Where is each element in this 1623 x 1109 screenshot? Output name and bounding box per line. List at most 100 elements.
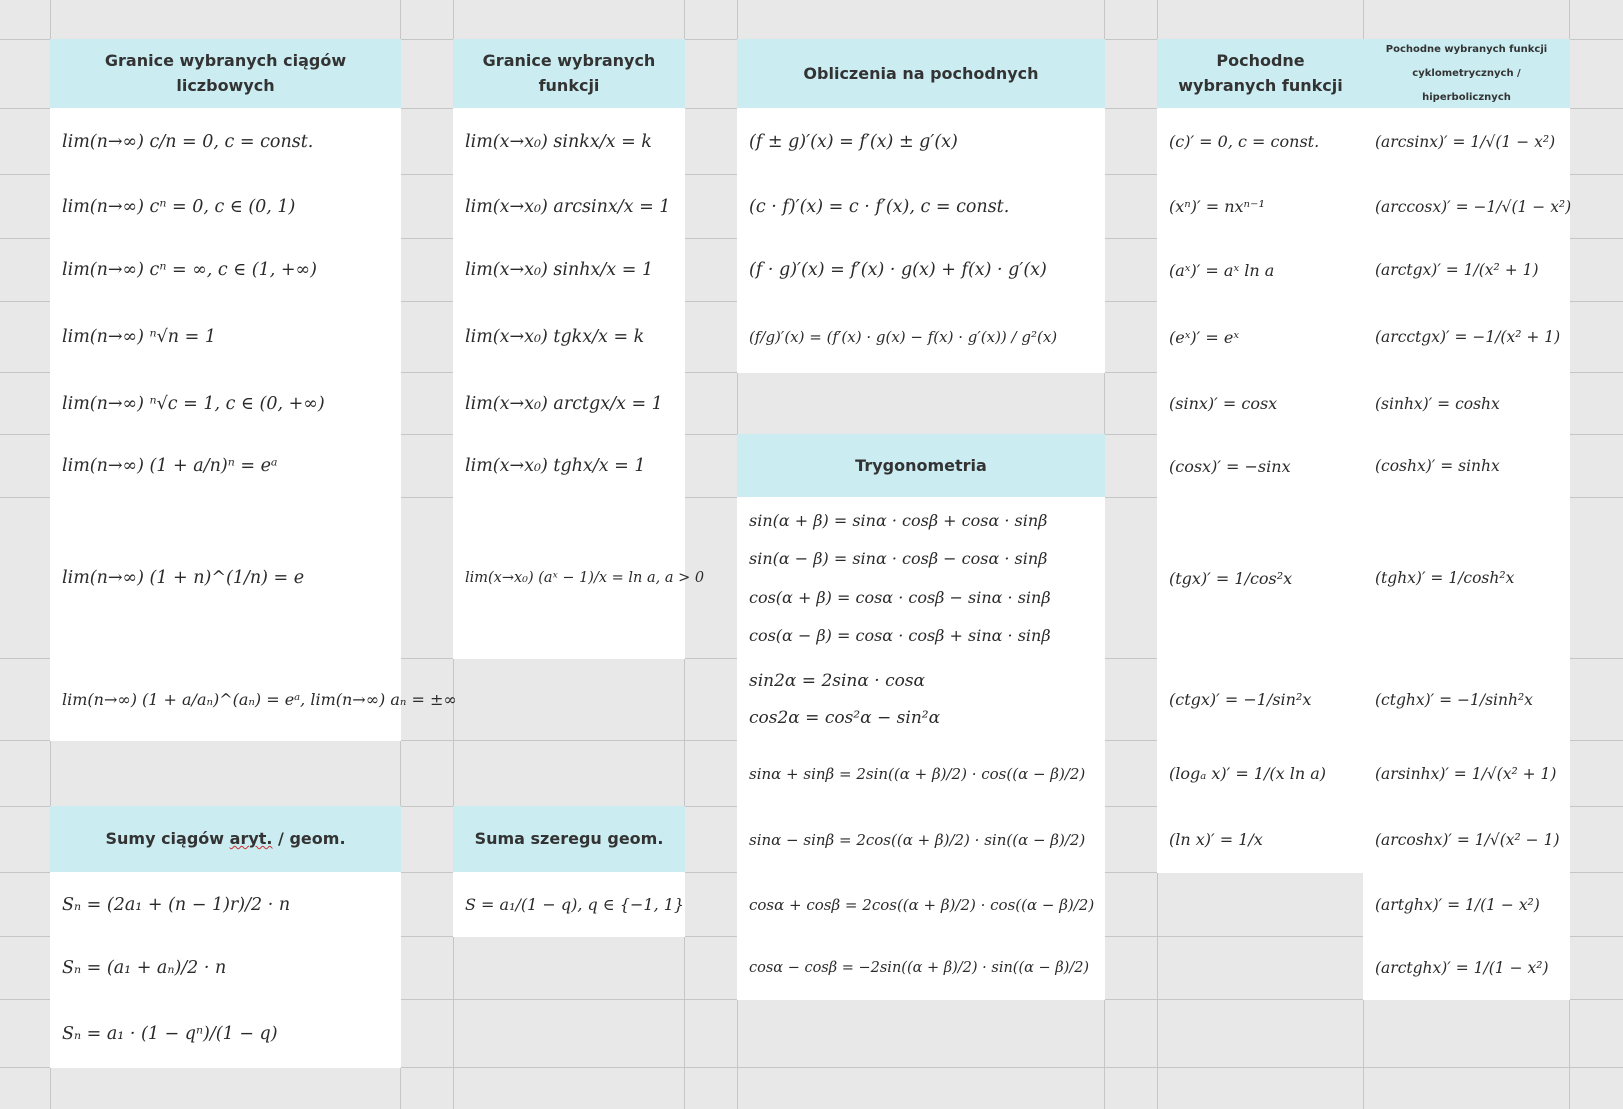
cell-suma-2[interactable]: Sₙ = (a₁ + aₙ)/2 · n xyxy=(50,936,401,1000)
formula: (cosx)′ = −sinx xyxy=(1169,456,1291,476)
formula: (eˣ)′ = eˣ xyxy=(1169,327,1239,347)
header-trygonometria[interactable]: Trygonometria xyxy=(737,434,1105,498)
formula: (f ± g)′(x) = f′(x) ± g′(x) xyxy=(749,131,958,152)
header-label-line2: cyklometrycznych / hiperbolicznych xyxy=(1412,68,1521,103)
formula: sin(α − β) = sinα · cosβ − cosα · sinβ xyxy=(749,549,1048,569)
cell-ciag-4[interactable]: lim(n→∞) ⁿ√n = 1 xyxy=(50,301,401,373)
cell-pochodna-9[interactable]: (logₐ x)′ = 1/(x ln a) xyxy=(1157,740,1364,807)
cell-ciag-2[interactable]: lim(n→∞) cⁿ = 0, c ∈ (0, 1) xyxy=(50,174,401,239)
cell-pochodna-4[interactable]: (eˣ)′ = eˣ xyxy=(1157,301,1364,373)
cell-obliczenie-3[interactable]: (f · g)′(x) = f′(x) · g(x) + f(x) · g′(x… xyxy=(737,238,1105,302)
cell-cyklo-2[interactable]: (arccosx)′ = −1/√(1 − x²) xyxy=(1363,174,1572,239)
formula: cos(α − β) = cosα · cosβ + sinα · sinβ xyxy=(749,626,1051,646)
cell-pochodna-10[interactable]: (ln x)′ = 1/x xyxy=(1157,806,1364,873)
formula: (arcsinx)′ = 1/√(1 − x²) xyxy=(1375,132,1556,151)
cell-cyklo-6[interactable]: (coshx)′ = sinhx xyxy=(1363,434,1570,498)
cell-cyklo-10[interactable]: (arcoshx)′ = 1/√(x² − 1) xyxy=(1363,806,1570,873)
cell-cyklo-4[interactable]: (arcctgx)′ = −1/(x² + 1) xyxy=(1363,301,1570,373)
formula-list: sin(α + β) = sinα · cosβ + cosα · sinβ s… xyxy=(749,497,1051,659)
formula: lim(x→x₀) tghx/x = 1 xyxy=(465,456,646,476)
cell-funkcja-1[interactable]: lim(x→x₀) sinkx/x = k xyxy=(453,108,685,175)
formula: lim(n→∞) ⁿ√n = 1 xyxy=(62,327,216,347)
cell-tryg-block-1[interactable]: sin(α + β) = sinα · cosβ + cosα · sinβ s… xyxy=(737,497,1105,659)
cell-cyklo-12[interactable]: (arctghx)′ = 1/(1 − x²) xyxy=(1363,936,1570,1000)
cell-tryg-sum-1[interactable]: sinα + sinβ = 2sin((α + β)/2) · cos((α −… xyxy=(737,740,1105,807)
cell-pochodna-7[interactable]: (tgx)′ = 1/cos²x xyxy=(1157,497,1364,659)
header-suma-szeregu[interactable]: Suma szeregu geom. xyxy=(453,806,685,873)
formula: cosα − cosβ = −2sin((α + β)/2) · sin((α … xyxy=(749,960,1090,976)
formula: lim(x→x₀) arctgx/x = 1 xyxy=(465,393,663,414)
cell-funkcja-5[interactable]: lim(x→x₀) arctgx/x = 1 xyxy=(453,372,685,435)
formula: (sinhx)′ = coshx xyxy=(1375,394,1500,413)
formula: (arcctgx)′ = −1/(x² + 1) xyxy=(1375,328,1561,346)
cell-tryg-sum-4[interactable]: cosα − cosβ = −2sin((α + β)/2) · sin((α … xyxy=(737,936,1105,1000)
cell-obliczenie-2[interactable]: (c · f)′(x) = c · f′(x), c = const. xyxy=(737,174,1105,239)
formula: lim(n→∞) cⁿ = 0, c ∈ (0, 1) xyxy=(62,196,296,217)
cell-cyklo-3[interactable]: (arctgx)′ = 1/(x² + 1) xyxy=(1363,238,1570,302)
cell-suma-3[interactable]: Sₙ = a₁ · (1 − qⁿ)/(1 − q) xyxy=(50,999,401,1068)
cell-szereg[interactable]: S = a₁/(1 − q), q ∈ {−1, 1} xyxy=(453,872,685,937)
header-pochodne[interactable]: Pochodne wybranych funkcji xyxy=(1157,39,1364,109)
cell-cyklo-7[interactable]: (tghx)′ = 1/cosh²x xyxy=(1363,497,1570,659)
cell-pochodna-5[interactable]: (sinx)′ = cosx xyxy=(1157,372,1364,435)
formula: lim(n→∞) (1 + a/aₙ)^(aₙ) = eᵃ, lim(n→∞) … xyxy=(62,690,457,709)
formula: sinα + sinβ = 2sin((α + β)/2) · cos((α −… xyxy=(749,764,1086,783)
formula: lim(x→x₀) sinkx/x = k xyxy=(465,131,652,152)
cell-pochodna-2[interactable]: (xⁿ)′ = nxⁿ⁻¹ xyxy=(1157,174,1364,239)
formula: (ln x)′ = 1/x xyxy=(1169,830,1263,849)
cell-ciag-1[interactable]: lim(n→∞) c/n = 0, c = const. xyxy=(50,108,401,175)
header-label: Sumy ciągów aryt. / geom. xyxy=(105,829,346,849)
header-label: Suma szeregu geom. xyxy=(474,829,664,849)
cell-tryg-block-2[interactable]: sin2α = 2sinα · cosα cos2α = cos²α − sin… xyxy=(737,658,1105,741)
header-pochodne-cyklometryczne[interactable]: Pochodne wybranych funkcji cyklometryczn… xyxy=(1363,39,1570,109)
cell-ciag-7[interactable]: lim(n→∞) (1 + n)^(1/n) = e xyxy=(50,497,401,659)
cell-cyklo-11[interactable]: (artghx)′ = 1/(1 − x²) xyxy=(1363,872,1570,937)
cell-obliczenie-4[interactable]: (f/g)′(x) = (f′(x) · g(x) − f(x) · g′(x)… xyxy=(737,301,1105,373)
cell-funkcja-2[interactable]: lim(x→x₀) arcsinx/x = 1 xyxy=(453,174,685,239)
formula: lim(x→x₀) sinhx/x = 1 xyxy=(465,260,654,280)
formula: (xⁿ)′ = nxⁿ⁻¹ xyxy=(1169,197,1265,216)
formula: (arctgx)′ = 1/(x² + 1) xyxy=(1375,261,1539,279)
header-label-line1: Pochodne wybranych funkcji xyxy=(1385,44,1548,55)
header-granice-ciagow[interactable]: Granice wybranych ciągów liczbowych xyxy=(50,39,401,109)
header-label: Granice wybranych ciągów liczbowych xyxy=(104,51,347,95)
cell-pochodna-3[interactable]: (aˣ)′ = aˣ ln a xyxy=(1157,238,1364,302)
cell-pochodna-1[interactable]: (c)′ = 0, c = const. xyxy=(1157,108,1364,175)
formula: lim(x→x₀) (aˣ − 1)/x = ln a, a > 0 xyxy=(465,570,705,586)
cell-ciag-5[interactable]: lim(n→∞) ⁿ√c = 1, c ∈ (0, +∞) xyxy=(50,372,401,435)
cell-ciag-6[interactable]: lim(n→∞) (1 + a/n)ⁿ = eᵃ xyxy=(50,434,401,498)
cell-pochodna-8[interactable]: (ctgx)′ = −1/sin²x xyxy=(1157,658,1364,741)
header-label: Obliczenia na pochodnych xyxy=(803,63,1039,83)
cell-cyklo-1[interactable]: (arcsinx)′ = 1/√(1 − x²) xyxy=(1363,108,1570,175)
formula: sin2α = 2sinα · cosα xyxy=(749,670,926,691)
header-sumy-ciagow[interactable]: Sumy ciągów aryt. / geom. xyxy=(50,806,401,873)
formula: Sₙ = (a₁ + aₙ)/2 · n xyxy=(62,958,227,978)
header-granice-funkcji[interactable]: Granice wybranych funkcji xyxy=(453,39,685,109)
cell-tryg-sum-2[interactable]: sinα − sinβ = 2cos((α + β)/2) · sin((α −… xyxy=(737,806,1105,873)
formula: (artghx)′ = 1/(1 − x²) xyxy=(1375,895,1540,914)
cell-cyklo-8[interactable]: (ctghx)′ = −1/sinh²x xyxy=(1363,658,1570,741)
formula: lim(n→∞) ⁿ√c = 1, c ∈ (0, +∞) xyxy=(62,393,325,414)
formula: (arccosx)′ = −1/√(1 − x²) xyxy=(1375,197,1572,216)
cell-pochodna-6[interactable]: (cosx)′ = −sinx xyxy=(1157,434,1364,498)
header-obliczenia[interactable]: Obliczenia na pochodnych xyxy=(737,39,1105,109)
formula: lim(x→x₀) arcsinx/x = 1 xyxy=(465,196,671,217)
formula: (aˣ)′ = aˣ ln a xyxy=(1169,260,1275,280)
cell-ciag-3[interactable]: lim(n→∞) cⁿ = ∞, c ∈ (1, +∞) xyxy=(50,238,401,302)
cell-funkcja-7[interactable]: lim(x→x₀) (aˣ − 1)/x = ln a, a > 0 xyxy=(453,497,704,659)
cell-funkcja-3[interactable]: lim(x→x₀) sinhx/x = 1 xyxy=(453,238,685,302)
formula-list: sin2α = 2sinα · cosα cos2α = cos²α − sin… xyxy=(749,658,940,741)
header-label: Granice wybranych funkcji xyxy=(482,51,656,95)
header-label: Pochodne wybranych funkcji xyxy=(1178,51,1343,95)
cell-funkcja-6[interactable]: lim(x→x₀) tghx/x = 1 xyxy=(453,434,685,498)
cell-obliczenie-1[interactable]: (f ± g)′(x) = f′(x) ± g′(x) xyxy=(737,108,1105,175)
formula: (c)′ = 0, c = const. xyxy=(1169,132,1320,151)
cell-suma-1[interactable]: Sₙ = (2a₁ + (n − 1)r)/2 · n xyxy=(50,872,401,937)
cell-ciag-8[interactable]: lim(n→∞) (1 + a/aₙ)^(aₙ) = eᵃ, lim(n→∞) … xyxy=(50,658,457,741)
formula: lim(n→∞) (1 + n)^(1/n) = e xyxy=(62,568,305,588)
cell-funkcja-4[interactable]: lim(x→x₀) tgkx/x = k xyxy=(453,301,685,373)
formula: lim(n→∞) c/n = 0, c = const. xyxy=(62,131,314,152)
cell-cyklo-9[interactable]: (arsinhx)′ = 1/√(x² + 1) xyxy=(1363,740,1570,807)
cell-cyklo-5[interactable]: (sinhx)′ = coshx xyxy=(1363,372,1570,435)
cell-tryg-sum-3[interactable]: cosα + cosβ = 2cos((α + β)/2) · cos((α −… xyxy=(737,872,1105,937)
